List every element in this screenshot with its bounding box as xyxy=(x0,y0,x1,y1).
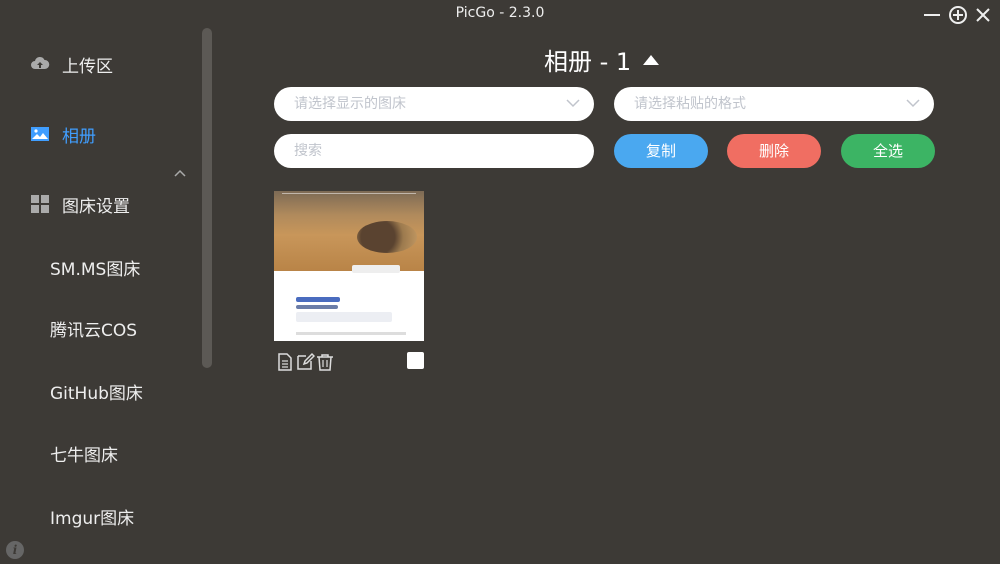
sidebar-subitem-github[interactable]: GitHub图床 xyxy=(50,381,143,407)
chevron-down-icon xyxy=(906,99,920,108)
close-icon[interactable] xyxy=(972,4,994,26)
chevron-up-icon[interactable] xyxy=(172,167,188,179)
sidebar: 上传区 相册 图床设置 SM.MS图床 腾讯云COS GitHub图床 七牛图床… xyxy=(0,28,215,564)
picbed-select-placeholder: 请选择显示的图床 xyxy=(294,96,406,112)
thumbnail-actions xyxy=(275,352,335,372)
page-title[interactable]: 相册 - 1 xyxy=(544,42,660,77)
info-icon[interactable]: i xyxy=(6,541,24,559)
picbed-select[interactable]: 请选择显示的图床 xyxy=(274,87,594,121)
paste-format-placeholder: 请选择粘贴的格式 xyxy=(634,96,746,112)
sidebar-subitem-imgur[interactable]: Imgur图床 xyxy=(50,506,134,532)
sidebar-item-upload[interactable]: 上传区 xyxy=(30,50,113,78)
sidebar-item-picbed-settings[interactable]: 图床设置 xyxy=(30,190,130,218)
sidebar-scrollbar[interactable] xyxy=(202,28,212,368)
maximize-icon[interactable] xyxy=(947,4,969,26)
app-title: PicGo - 2.3.0 xyxy=(455,5,545,21)
image-icon xyxy=(31,127,49,141)
sidebar-subitem-qiniu[interactable]: 七牛图床 xyxy=(50,443,118,469)
hay-bale-image xyxy=(357,221,417,253)
thumbnail-checkbox[interactable] xyxy=(407,352,424,369)
chevron-down-icon xyxy=(566,99,580,108)
search-input[interactable] xyxy=(274,134,594,168)
gallery-thumbnail[interactable] xyxy=(274,191,424,341)
cloud-upload-icon xyxy=(31,56,50,69)
trash-icon[interactable] xyxy=(315,352,335,372)
sidebar-item-label: 相册 xyxy=(62,126,96,147)
edit-icon[interactable] xyxy=(295,352,315,372)
document-icon[interactable] xyxy=(275,352,295,372)
gallery-title-text: 相册 - 1 xyxy=(544,48,632,76)
grid-icon xyxy=(31,195,49,213)
minimize-icon[interactable] xyxy=(921,4,943,26)
sidebar-item-gallery[interactable]: 相册 xyxy=(30,120,96,148)
select-all-button[interactable]: 全选 xyxy=(841,134,935,168)
sidebar-item-label: 图床设置 xyxy=(62,196,130,217)
sidebar-subitem-tencent-cos[interactable]: 腾讯云COS xyxy=(50,318,137,344)
delete-button[interactable]: 删除 xyxy=(727,134,821,168)
caret-up-icon xyxy=(643,54,660,65)
title-bar: PicGo - 2.3.0 xyxy=(0,0,1000,28)
copy-button[interactable]: 复制 xyxy=(614,134,708,168)
sidebar-subitem-smms[interactable]: SM.MS图床 xyxy=(50,257,140,283)
paste-format-select[interactable]: 请选择粘贴的格式 xyxy=(614,87,934,121)
sidebar-item-label: 上传区 xyxy=(62,56,113,77)
